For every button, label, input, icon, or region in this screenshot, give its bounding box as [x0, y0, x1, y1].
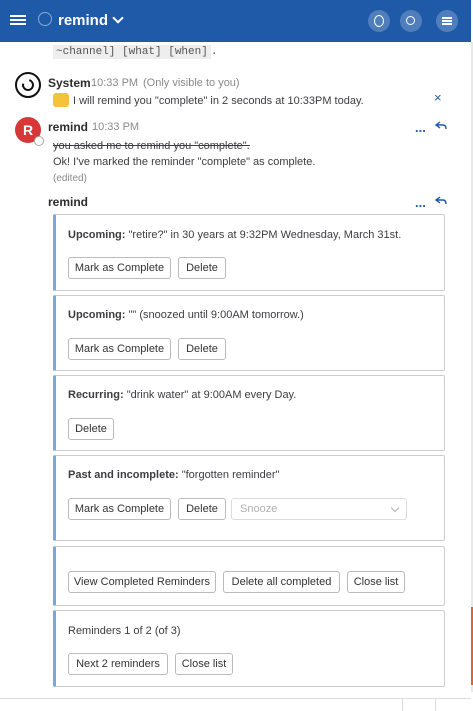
message-input-bar[interactable]: [0, 698, 471, 711]
delete-button[interactable]: Delete: [178, 498, 226, 520]
reminder-line: Upcoming: "retire?" in 30 years at 9:32P…: [68, 229, 401, 241]
next-reminders-button[interactable]: Next 2 reminders: [68, 653, 168, 675]
search-icon[interactable]: [400, 10, 422, 32]
remind-name-2[interactable]: remind: [48, 195, 88, 209]
reminder-line: Past and incomplete: "forgotten reminder…: [68, 469, 279, 481]
reply-icon[interactable]: [435, 121, 447, 131]
reply-icon-2[interactable]: [435, 196, 447, 206]
channel-title[interactable]: remind: [38, 12, 124, 29]
close-list-button[interactable]: Close list: [347, 571, 405, 593]
system-time[interactable]: 10:33 PM: [91, 77, 138, 89]
close-list-button[interactable]: Close list: [175, 653, 233, 675]
avatar-letter: R: [22, 122, 34, 138]
channel-name: remind: [58, 12, 109, 29]
reminder-text: "drink water" at 9:00AM every Day.: [126, 389, 297, 401]
delete-button[interactable]: Delete: [178, 257, 226, 279]
reminder-label: Past and incomplete:: [68, 469, 179, 481]
mark-complete-button[interactable]: Mark as Complete: [68, 498, 171, 520]
snooze-select[interactable]: Snooze: [231, 498, 407, 520]
chevron-down-icon: [112, 12, 124, 24]
delete-all-completed-button[interactable]: Delete all completed: [223, 571, 340, 593]
pager-text: Reminders 1 of 2 (of 3): [68, 625, 181, 637]
only-visible-note: (Only visible to you): [143, 77, 240, 89]
remind-name[interactable]: remind: [48, 120, 88, 134]
delete-button[interactable]: Delete: [178, 338, 226, 360]
reminder-card: Upcoming: "" (snoozed until 9:00AM tomor…: [53, 295, 445, 371]
code-snippet: ~channel] [what] [when]: [53, 45, 211, 59]
thumbs-up-icon: [53, 93, 69, 107]
at-icon: [38, 12, 52, 26]
delete-button[interactable]: Delete: [68, 418, 114, 440]
hamburger-icon[interactable]: [10, 13, 26, 29]
reminder-label: Upcoming:: [68, 229, 126, 241]
channel-header: remind: [0, 0, 471, 42]
reminder-text: "forgotten reminder": [181, 469, 280, 481]
remind-avatar[interactable]: R: [15, 117, 44, 146]
mark-complete-button[interactable]: Mark as Complete: [68, 338, 171, 360]
info-icon[interactable]: [368, 10, 390, 32]
system-text: I will remind you "complete" in 2 second…: [53, 93, 364, 107]
close-icon[interactable]: ×: [434, 90, 442, 105]
code-suffix: .: [210, 46, 218, 58]
reminder-text: "" (snoozed until 9:00AM tomorrow.): [128, 309, 304, 321]
system-avatar: [15, 72, 41, 98]
reminder-line: Upcoming: "" (snoozed until 9:00AM tomor…: [68, 309, 304, 321]
list-actions-card: View Completed Reminders Delete all comp…: [53, 546, 445, 606]
mark-complete-button[interactable]: Mark as Complete: [68, 257, 171, 279]
struck-message: you asked me to remind you "complete".: [53, 140, 250, 152]
more-actions-icon[interactable]: ...: [415, 120, 426, 135]
view-completed-button[interactable]: View Completed Reminders: [68, 571, 216, 593]
reminder-card: Upcoming: "retire?" in 30 years at 9:32P…: [53, 214, 445, 291]
reminder-text: "retire?" in 30 years at 9:32PM Wednesda…: [128, 229, 402, 241]
reminder-label: Recurring:: [68, 389, 124, 401]
reminder-card: Past and incomplete: "forgotten reminder…: [53, 455, 445, 541]
reminder-line: Recurring: "drink water" at 9:00AM every…: [68, 389, 296, 401]
remind-time[interactable]: 10:33 PM: [92, 121, 139, 133]
menu-icon[interactable]: [436, 10, 458, 32]
reminder-label: Upcoming:: [68, 309, 126, 321]
snooze-placeholder: Snooze: [240, 503, 278, 515]
previous-message-code: ~channel] [what] [when].: [53, 45, 218, 59]
remind-message-text: Ok! I've marked the reminder "complete" …: [53, 156, 316, 168]
status-dot: [34, 136, 44, 146]
more-actions-icon-2[interactable]: ...: [415, 195, 426, 210]
system-name[interactable]: System: [48, 76, 91, 90]
edited-label: (edited): [53, 173, 87, 184]
reminder-card: Recurring: "drink water" at 9:00AM every…: [53, 375, 445, 451]
pager-card: Reminders 1 of 2 (of 3) Next 2 reminders…: [53, 610, 445, 687]
chevron-down-icon: [390, 503, 400, 513]
system-message-text: I will remind you "complete" in 2 second…: [73, 95, 364, 107]
